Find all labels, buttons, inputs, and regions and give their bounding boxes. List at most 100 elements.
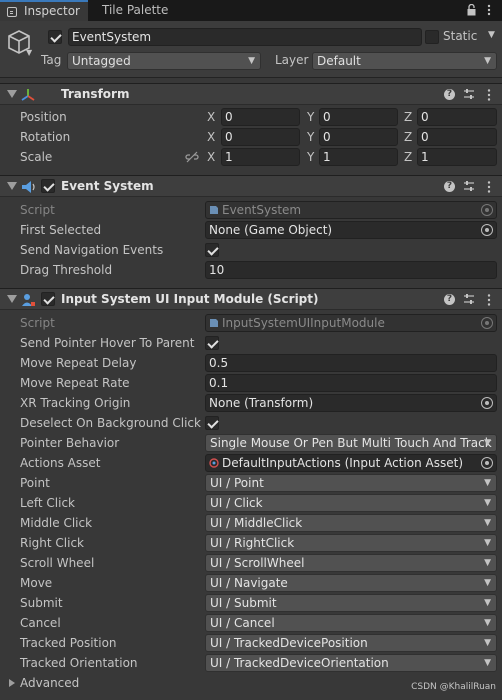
advanced-label: Advanced (20, 676, 80, 690)
csharp-script-icon (210, 206, 218, 214)
action-label: Tracked Orientation (20, 656, 138, 670)
pointer-behavior-dropdown[interactable]: Single Mouse Or Pen But Multi Touch And … (205, 434, 497, 452)
actions-asset-field[interactable]: DefaultInputActions (Input Action Asset) (205, 454, 497, 472)
send-nav-checkbox[interactable] (205, 243, 219, 257)
kebab-menu-icon[interactable] (484, 293, 494, 307)
tab-tile-palette[interactable]: Tile Palette (90, 0, 200, 21)
input-module-enabled-checkbox[interactable] (41, 292, 55, 306)
foldout-arrow-icon[interactable] (7, 182, 17, 190)
object-picker-icon[interactable] (481, 224, 493, 236)
chevron-down-icon: ▼ (484, 518, 491, 528)
action-row: Middle Click UI / MiddleClick ▼ (0, 513, 502, 533)
input-module-title: Input System UI Input Module (Script) (61, 292, 319, 306)
static-dropdown-arrow-icon[interactable]: ▼ (488, 30, 495, 40)
chevron-down-icon: ▼ (484, 438, 491, 448)
action-row: Left Click UI / Click ▼ (0, 493, 502, 513)
action-dropdown[interactable]: UI / MiddleClick ▼ (205, 514, 497, 532)
foldout-arrow-icon[interactable] (7, 90, 17, 98)
drag-threshold-label: Drag Threshold (20, 263, 113, 277)
action-dropdown[interactable]: UI / Submit ▼ (205, 594, 497, 612)
kebab-menu-icon[interactable] (484, 88, 494, 102)
layer-dropdown[interactable]: Default ▼ (312, 52, 497, 70)
drag-threshold-field[interactable]: 10 (205, 261, 497, 279)
active-checkbox[interactable] (48, 30, 62, 44)
position-z-field[interactable]: 0 (417, 108, 497, 126)
object-picker-icon[interactable] (481, 397, 493, 409)
deselect-checkbox[interactable] (205, 416, 219, 430)
icon-dropdown-arrow-icon[interactable]: ▼ (26, 48, 32, 57)
preset-sliders-icon[interactable] (463, 180, 475, 192)
xr-origin-value: None (Transform) (209, 396, 314, 410)
rotation-row: Rotation X 0 Y 0 Z 0 (0, 127, 502, 147)
rotation-x-field[interactable]: 0 (221, 128, 300, 146)
preset-sliders-icon[interactable] (463, 88, 475, 100)
action-dropdown[interactable]: UI / Point ▼ (205, 474, 497, 492)
action-dropdown[interactable]: UI / RightClick ▼ (205, 534, 497, 552)
drag-threshold-row: Drag Threshold 10 (0, 260, 502, 280)
static-label: Static (443, 29, 478, 43)
xr-origin-label: XR Tracking Origin (20, 396, 131, 410)
action-value: UI / TrackedDeviceOrientation (210, 656, 389, 670)
position-y-field[interactable]: 0 (319, 108, 398, 126)
action-value: UI / RightClick (210, 536, 295, 550)
event-system-enabled-checkbox[interactable] (41, 179, 55, 193)
kebab-menu-icon[interactable] (484, 4, 494, 16)
input-action-asset-icon (209, 458, 219, 468)
chevron-down-icon: ▼ (484, 538, 491, 548)
help-icon[interactable]: ? (444, 181, 455, 192)
scale-label: Scale (20, 150, 53, 164)
event-system-title: Event System (61, 179, 154, 193)
tab-inspector[interactable]: Inspector (0, 0, 88, 21)
chevron-down-icon: ▼ (484, 638, 491, 648)
first-selected-field[interactable]: None (Game Object) (205, 221, 497, 239)
chevron-down-icon: ▼ (484, 618, 491, 628)
foldout-arrow-icon[interactable] (7, 295, 17, 303)
rotation-y-field[interactable]: 0 (319, 128, 398, 146)
scale-y-field[interactable]: 1 (319, 148, 398, 166)
lock-icon[interactable] (467, 4, 476, 16)
tag-dropdown[interactable]: Untagged ▼ (67, 52, 261, 70)
chevron-right-icon[interactable] (9, 679, 15, 687)
chevron-down-icon: ▼ (484, 578, 491, 588)
static-checkbox[interactable] (425, 30, 439, 44)
pointer-hover-row: Send Pointer Hover To Parent (0, 333, 502, 353)
move-rate-field[interactable]: 0.1 (205, 374, 497, 392)
kebab-menu-icon[interactable] (484, 180, 494, 194)
layer-value: Default (317, 54, 361, 68)
preset-sliders-icon[interactable] (463, 293, 475, 305)
action-dropdown[interactable]: UI / TrackedDeviceOrientation ▼ (205, 654, 497, 672)
position-x-field[interactable]: 0 (221, 108, 300, 126)
send-nav-row: Send Navigation Events (0, 240, 502, 260)
script-label: Script (20, 316, 55, 330)
action-label: Move (20, 576, 53, 590)
action-dropdown[interactable]: UI / Click ▼ (205, 494, 497, 512)
constrain-proportions-link-icon[interactable] (185, 151, 199, 163)
rotation-label: Rotation (20, 130, 71, 144)
xr-origin-row: XR Tracking Origin None (Transform) (0, 393, 502, 413)
help-icon[interactable]: ? (444, 89, 455, 100)
pointer-hover-checkbox[interactable] (205, 336, 219, 350)
action-dropdown[interactable]: UI / TrackedDevicePosition ▼ (205, 634, 497, 652)
object-picker-icon[interactable] (481, 457, 493, 469)
input-module-header[interactable]: Input System UI Input Module (Script) ? (0, 288, 502, 310)
scale-z-field[interactable]: 1 (417, 148, 497, 166)
first-selected-value: None (Game Object) (209, 223, 333, 237)
object-name-field[interactable]: EventSystem (68, 28, 422, 46)
transform-header[interactable]: Transform ? (0, 83, 502, 105)
action-dropdown[interactable]: UI / Cancel ▼ (205, 614, 497, 632)
action-value: UI / Navigate (210, 576, 288, 590)
xr-origin-field[interactable]: None (Transform) (205, 394, 497, 412)
move-delay-field[interactable]: 0.5 (205, 354, 497, 372)
scale-x-field[interactable]: 1 (221, 148, 300, 166)
action-dropdown[interactable]: UI / Navigate ▼ (205, 574, 497, 592)
event-system-header[interactable]: Event System ? (0, 175, 502, 197)
rotation-z-field[interactable]: 0 (417, 128, 497, 146)
action-dropdown[interactable]: UI / ScrollWheel ▼ (205, 554, 497, 572)
action-row: Submit UI / Submit ▼ (0, 593, 502, 613)
help-icon[interactable]: ? (444, 294, 455, 305)
tab-inspector-label: Inspector (24, 4, 80, 18)
action-value: UI / Cancel (210, 616, 275, 630)
chevron-down-icon: ▼ (484, 598, 491, 608)
actions-asset-label: Actions Asset (20, 456, 101, 470)
tag-value: Untagged (72, 54, 131, 68)
